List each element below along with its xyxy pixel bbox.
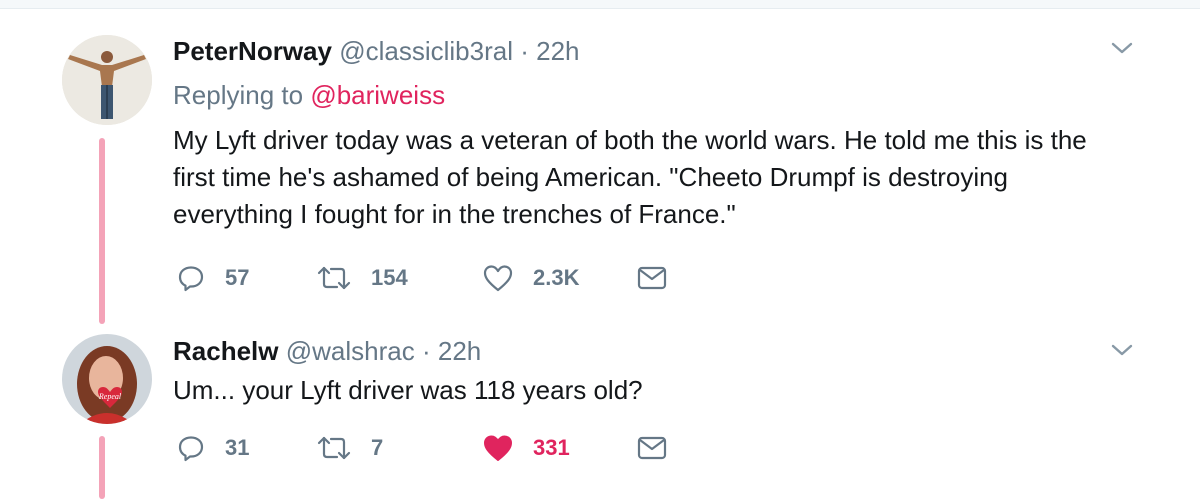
- tweet-text-line: first time he's ashamed of being America…: [173, 162, 1009, 192]
- retweet-count: 7: [371, 435, 384, 460]
- reply-icon: [178, 266, 204, 292]
- like-count: 2.3K: [533, 265, 580, 290]
- avatar[interactable]: [62, 35, 152, 125]
- retweet-button[interactable]: 7: [317, 430, 383, 466]
- replying-to-label: Replying to: [173, 80, 304, 110]
- tweet-text: My Lyft driver today was a veteran of bo…: [173, 122, 1153, 233]
- avatar[interactable]: Repeal: [62, 334, 152, 424]
- tweet-text-line: Um... your Lyft driver was 118 years old…: [173, 375, 643, 405]
- retweet-count: 154: [371, 265, 408, 290]
- tweet-text-line: everything I fought for in the trenches …: [173, 199, 736, 229]
- reply-count: 31: [225, 435, 250, 460]
- replying-to: Replying to @bariweiss: [173, 80, 445, 111]
- tweet-header: Rachelw @walshrac · 22h: [173, 336, 481, 367]
- mail-icon: [637, 436, 667, 460]
- chevron-down-icon[interactable]: [1110, 36, 1134, 60]
- separator-dot: ·: [520, 36, 529, 66]
- retweet-icon: [317, 436, 351, 460]
- separator-dot: ·: [421, 336, 431, 366]
- like-button[interactable]: 2.3K: [483, 260, 579, 296]
- reply-count: 57: [225, 265, 250, 290]
- avatar-photo: [62, 35, 152, 125]
- tweet-header: PeterNorway @classiclib3ral · 22h: [173, 36, 580, 67]
- repeal-badge-text: Repeal: [98, 392, 122, 401]
- author-name[interactable]: PeterNorway: [173, 36, 332, 66]
- author-handle[interactable]: @classiclib3ral: [339, 36, 513, 66]
- reply-icon: [178, 436, 204, 462]
- tweet-text-line: My Lyft driver today was a veteran of bo…: [173, 125, 1087, 155]
- tweet-text: Um... your Lyft driver was 118 years old…: [173, 372, 1153, 409]
- avatar-photo: Repeal: [62, 334, 152, 424]
- chevron-down-icon[interactable]: [1110, 338, 1134, 362]
- tweet-actions: 57 154 2.3K: [173, 260, 693, 296]
- tweet-actions: 31 7 331: [173, 430, 693, 466]
- heart-icon: [483, 265, 513, 292]
- tweet[interactable]: Repeal Rachelw @walshrac · 22h Um... you…: [0, 330, 1200, 499]
- timestamp[interactable]: 22h: [536, 36, 579, 66]
- like-button[interactable]: 331: [483, 430, 570, 466]
- like-count: 331: [533, 435, 570, 460]
- mention-link[interactable]: @bariweiss: [310, 80, 445, 110]
- retweet-icon: [317, 266, 351, 290]
- direct-message-button[interactable]: [637, 260, 667, 296]
- author-handle[interactable]: @walshrac: [286, 336, 415, 366]
- mail-icon: [637, 266, 667, 290]
- retweet-button[interactable]: 154: [317, 260, 408, 296]
- author-name[interactable]: Rachelw: [173, 336, 279, 366]
- direct-message-button[interactable]: [637, 430, 667, 466]
- timestamp[interactable]: 22h: [438, 336, 481, 366]
- reply-button[interactable]: 57: [177, 260, 249, 296]
- reply-button[interactable]: 31: [177, 430, 249, 466]
- heart-icon: [484, 435, 512, 461]
- tweet[interactable]: PeterNorway @classiclib3ral · 22h Replyi…: [0, 0, 1200, 330]
